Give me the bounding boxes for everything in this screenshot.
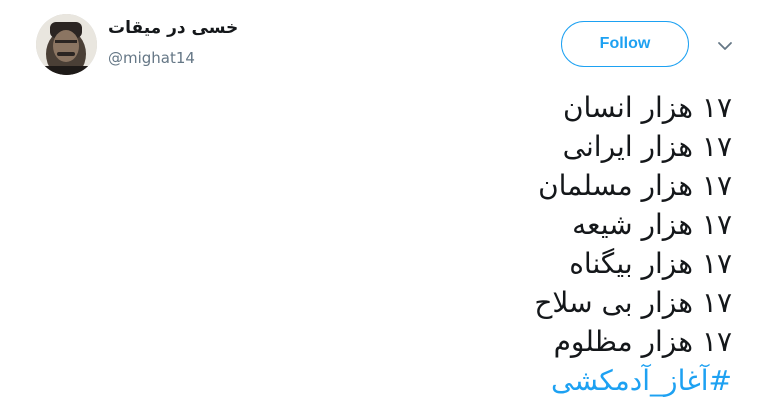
tweet-line: ۱۷ هزار مظلوم (553, 325, 732, 358)
tweet-line: ۱۷ هزار بی سلاح (534, 286, 732, 319)
avatar[interactable] (36, 14, 97, 75)
tweet-text: ۱۷ هزار انسان ۱۷ هزار ایرانی ۱۷ هزار مسل… (32, 88, 732, 400)
tweet-line: ۱۷ هزار انسان (562, 91, 732, 124)
tweet-line: ۱۷ هزار مسلمان (538, 169, 732, 202)
tweet-card: خسی در میقات @mighat14 Follow ۱۷ هزار ان… (0, 0, 769, 417)
tweet-line: ۱۷ هزار شیعه (572, 208, 732, 241)
tweet-line: ۱۷ هزار بیگناه (569, 247, 732, 280)
follow-button[interactable]: Follow (561, 21, 689, 67)
tweet-header: خسی در میقات @mighat14 Follow (36, 14, 737, 76)
tweet-line: ۱۷ هزار ایرانی (562, 130, 732, 163)
chevron-down-icon[interactable] (716, 38, 734, 52)
hashtag-link[interactable]: #آغاز_آدمکشی (32, 361, 732, 400)
avatar-image (36, 14, 97, 75)
author-handle[interactable]: @mighat14 (108, 49, 195, 67)
author-name[interactable]: خسی در میقات (108, 18, 238, 38)
